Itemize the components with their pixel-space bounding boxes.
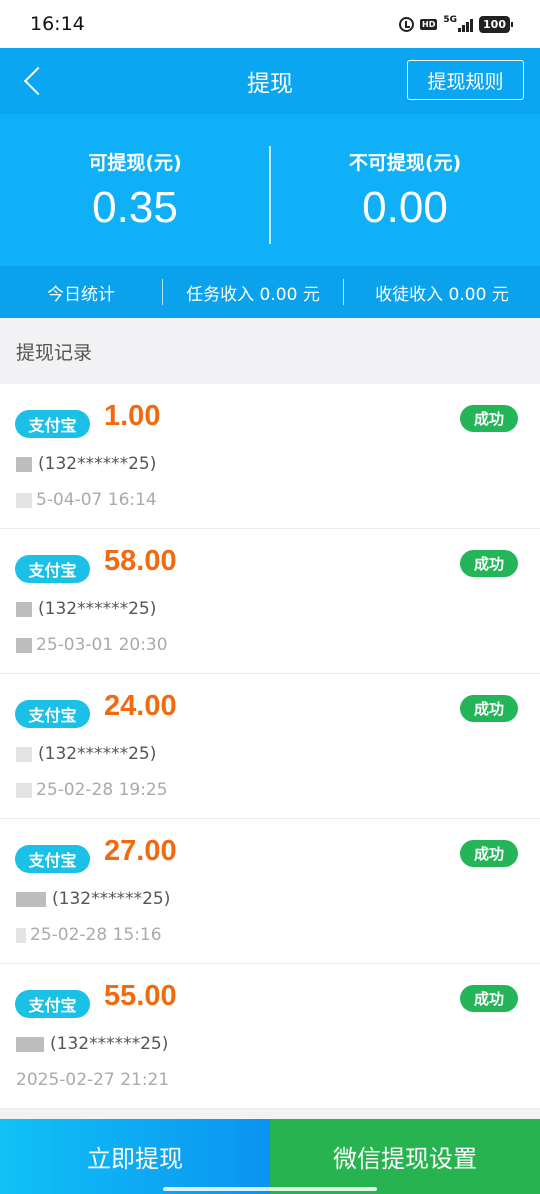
record-time-text: 2025-02-27 21:21 xyxy=(16,1070,170,1090)
alipay-badge: 支付宝 xyxy=(15,555,90,583)
withdrawable-label: 可提现(元) xyxy=(88,151,182,174)
status-icons: HD 5G 100 xyxy=(399,15,513,33)
account-number: (132******25) xyxy=(38,454,157,474)
account-number: (132******25) xyxy=(52,889,171,909)
summary-divider xyxy=(269,146,271,244)
record-account: (132******25) xyxy=(16,599,156,619)
bottom-action-bar: 立即提现 微信提现设置 xyxy=(0,1119,540,1194)
records-list: 支付宝 1.00 成功 (132******25) 5-04-07 16:14 … xyxy=(0,384,540,1109)
battery-icon: 100 xyxy=(479,15,513,33)
balance-summary: 可提现(元) 0.35 不可提现(元) 0.00 xyxy=(0,114,540,266)
status-badge: 成功 xyxy=(460,985,518,1012)
record-amount: 24.00 xyxy=(104,690,177,722)
records-title: 提现记录 xyxy=(0,318,540,384)
record-time-text: 5-04-07 16:14 xyxy=(36,490,157,510)
record-item[interactable]: 支付宝 27.00 成功 (132******25) 25-02-28 15:1… xyxy=(0,819,540,964)
redacted-name xyxy=(16,456,32,472)
status-bar: 16:14 HD 5G 100 xyxy=(0,0,540,48)
record-time: 25-03-01 20:30 xyxy=(16,635,168,655)
alipay-badge: 支付宝 xyxy=(15,700,90,728)
redacted-name xyxy=(16,891,46,907)
navbar: 提现 提现规则 xyxy=(0,48,540,114)
signal-icon: 5G xyxy=(443,15,474,32)
hd-icon: HD xyxy=(420,18,438,30)
non-withdrawable-panel: 不可提现(元) 0.00 xyxy=(270,148,540,233)
record-account: (132******25) xyxy=(16,1034,168,1054)
withdraw-rules-button[interactable]: 提现规则 xyxy=(407,60,524,100)
account-number: (132******25) xyxy=(50,1034,169,1054)
record-time-text: 25-02-28 15:16 xyxy=(30,925,162,945)
withdraw-now-button[interactable]: 立即提现 xyxy=(0,1119,270,1194)
wechat-withdraw-settings-button[interactable]: 微信提现设置 xyxy=(270,1119,540,1194)
redacted-name xyxy=(16,1036,44,1052)
status-badge: 成功 xyxy=(460,695,518,722)
back-icon[interactable] xyxy=(18,65,48,97)
record-item[interactable]: 支付宝 58.00 成功 (132******25) 25-03-01 20:3… xyxy=(0,529,540,674)
redacted-text xyxy=(16,637,32,653)
alipay-badge: 支付宝 xyxy=(15,990,90,1018)
record-time: 5-04-07 16:14 xyxy=(16,490,157,510)
alipay-badge: 支付宝 xyxy=(15,845,90,873)
record-account: (132******25) xyxy=(16,454,156,474)
non-withdrawable-label: 不可提现(元) xyxy=(348,151,462,174)
record-account: (132******25) xyxy=(16,744,156,764)
page-title: 提现 xyxy=(247,71,293,97)
record-amount: 55.00 xyxy=(104,980,177,1012)
record-time-text: 25-02-28 19:25 xyxy=(36,780,168,800)
today-stats: 今日统计 任务收入 0.00 元 收徒收入 0.00 元 xyxy=(0,266,540,318)
withdrawable-panel: 可提现(元) 0.35 xyxy=(0,148,270,233)
redacted-text xyxy=(16,782,32,798)
status-badge: 成功 xyxy=(460,550,518,577)
status-badge: 成功 xyxy=(460,840,518,867)
redacted-text xyxy=(16,927,26,943)
record-time-text: 25-03-01 20:30 xyxy=(36,635,168,655)
record-time: 25-02-28 15:16 xyxy=(16,925,162,945)
non-withdrawable-value: 0.00 xyxy=(362,182,448,232)
withdrawable-value: 0.35 xyxy=(92,182,178,232)
task-income: 任务收入 0.00 元 xyxy=(186,284,320,305)
redacted-text xyxy=(16,492,32,508)
alipay-badge: 支付宝 xyxy=(15,410,90,438)
account-number: (132******25) xyxy=(38,599,157,619)
record-time: 2025-02-27 21:21 xyxy=(16,1070,169,1090)
record-item[interactable]: 支付宝 1.00 成功 (132******25) 5-04-07 16:14 xyxy=(0,384,540,529)
status-time: 16:14 xyxy=(30,13,85,35)
record-item[interactable]: 支付宝 55.00 成功 (132******25) 2025-02-27 21… xyxy=(0,964,540,1109)
network-label: 5G xyxy=(443,15,458,25)
alarm-icon xyxy=(399,16,415,32)
record-amount: 58.00 xyxy=(104,545,177,577)
status-badge: 成功 xyxy=(460,405,518,432)
redacted-name xyxy=(16,601,32,617)
record-account: (132******25) xyxy=(16,889,170,909)
record-amount: 1.00 xyxy=(104,400,161,432)
record-time: 25-02-28 19:25 xyxy=(16,780,168,800)
today-stats-label: 今日统计 xyxy=(47,284,115,305)
redacted-name xyxy=(16,746,32,762)
record-amount: 27.00 xyxy=(104,835,177,867)
account-number: (132******25) xyxy=(38,744,157,764)
record-item[interactable]: 支付宝 24.00 成功 (132******25) 25-02-28 19:2… xyxy=(0,674,540,819)
apprentice-income: 收徒收入 0.00 元 xyxy=(375,284,509,305)
home-indicator[interactable] xyxy=(163,1187,377,1191)
